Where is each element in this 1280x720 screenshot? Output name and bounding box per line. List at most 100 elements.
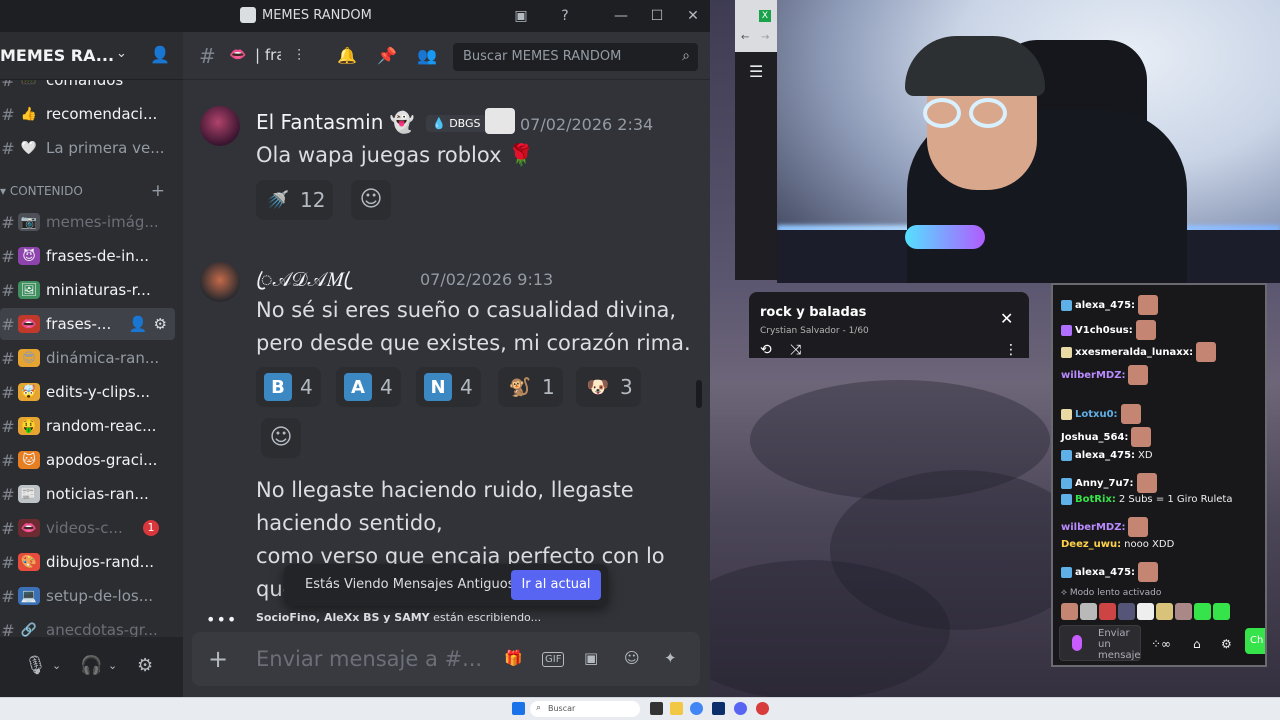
user-badge-icon[interactable] <box>1061 408 1072 420</box>
emoji-picker-icon[interactable]: ☺ <box>624 649 640 667</box>
store-icon[interactable]: ⌂ <box>1193 637 1201 651</box>
chat-username[interactable]: Lotxu0: <box>1075 409 1118 420</box>
sidebar-channel[interactable]: # 👄 frases-... 👤 ⚙ <box>0 308 175 340</box>
add-reaction-icon[interactable]: ☺ <box>261 418 301 458</box>
message-timestamp[interactable]: 07/02/2026 2:34 <box>520 115 653 134</box>
sidebar-channel[interactable]: # 🔗 anecdotas-gr... <box>0 614 175 637</box>
sidebar-channel[interactable]: # 🤍 La primera ve... <box>0 132 175 164</box>
sidebar-channel[interactable]: # 😎 dinámica-ran... <box>0 342 175 374</box>
gift-icon[interactable]: 🎁 <box>504 649 523 667</box>
mic-options-chevron-icon[interactable]: ⌄ <box>52 659 61 672</box>
reaction-pill[interactable]: A4 <box>336 367 401 407</box>
chat-username[interactable]: xxesmeralda_lunaxx: <box>1075 347 1193 358</box>
member-list-icon[interactable]: 👥 <box>417 46 437 65</box>
hamburger-menu-icon[interactable]: ☰ <box>749 62 763 81</box>
recent-emote[interactable] <box>1137 603 1154 620</box>
sidebar-channel[interactable]: # 😈 frases-de-in... <box>0 240 175 272</box>
recent-emote[interactable] <box>1175 603 1192 620</box>
chat-username[interactable]: wilberMDZ: <box>1061 370 1125 381</box>
recent-emote[interactable] <box>1061 603 1078 620</box>
recent-emote[interactable] <box>1213 603 1230 620</box>
notification-bell-icon[interactable]: 🔔 <box>337 46 357 65</box>
user-badge-icon[interactable] <box>1061 299 1072 311</box>
apps-icon[interactable]: ✦ <box>664 649 677 667</box>
taskbar-search[interactable]: ⌕ Buscar <box>530 701 640 717</box>
forward-arrow-icon[interactable]: → <box>761 32 769 43</box>
close-icon[interactable]: ✕ <box>1000 309 1013 328</box>
add-channel-icon[interactable]: + <box>151 181 165 201</box>
file-explorer-icon[interactable] <box>670 702 683 715</box>
add-reaction-icon[interactable]: ☺ <box>351 180 391 220</box>
jump-to-present-button[interactable]: Ir al actual <box>511 570 601 600</box>
gif-button[interactable]: GIF <box>542 652 565 667</box>
emote-menu-icon[interactable]: ⁘∞ <box>1151 637 1171 651</box>
browser-tab-bar[interactable]: X ← → <box>735 0 777 52</box>
audio-options-chevron-icon[interactable]: ⌄ <box>108 659 117 672</box>
avatar[interactable] <box>200 262 240 302</box>
sidebar-channel[interactable]: # 🤑 random-reac... <box>0 410 175 442</box>
user-badge-icon[interactable] <box>1061 494 1072 505</box>
minimize-button[interactable]: — <box>610 6 632 26</box>
help-icon[interactable]: ? <box>554 6 576 26</box>
photoshop-icon[interactable] <box>712 702 725 715</box>
upload-plus-icon[interactable]: + <box>208 645 228 673</box>
message-composer[interactable]: + Enviar mensaje a #... 🎁 GIF ▣ ☺ ✦ <box>192 632 700 686</box>
recent-emote[interactable] <box>1156 603 1173 620</box>
obs-icon[interactable] <box>756 702 769 715</box>
server-name[interactable]: MEMES RA... <box>0 46 114 65</box>
chat-username[interactable]: Deez_uwu: <box>1061 539 1121 550</box>
microphone-icon[interactable] <box>1072 635 1082 651</box>
task-view-icon[interactable] <box>650 702 663 715</box>
chat-username[interactable]: alexa_475: <box>1075 450 1135 461</box>
sidebar-channel[interactable]: # 👄 videos-c... 1 <box>0 512 175 544</box>
chat-username[interactable]: V1ch0sus: <box>1075 325 1133 336</box>
user-badge-icon[interactable] <box>1061 477 1072 489</box>
reaction-pill[interactable]: N4 <box>416 367 481 407</box>
user-badge-icon[interactable] <box>1061 566 1072 578</box>
composer-placeholder[interactable]: Enviar mensaje a #... <box>256 647 482 671</box>
threads-icon[interactable]: ⫶ <box>297 46 301 66</box>
invite-icon[interactable]: 👤 <box>129 315 148 333</box>
sidebar-channel[interactable]: # 👍 recomendaci... <box>0 98 175 130</box>
mute-microphone-icon[interactable]: 🎙 <box>24 655 47 676</box>
message-author[interactable]: El Fantasmin 👻 <box>256 110 415 134</box>
back-arrow-icon[interactable]: ← <box>741 32 749 43</box>
channel-settings-gear-icon[interactable]: ⚙ <box>154 315 167 333</box>
chat-username[interactable]: alexa_475: <box>1075 300 1135 311</box>
more-options-icon[interactable]: ⋮ <box>1004 342 1018 358</box>
user-badge-icon[interactable] <box>1061 324 1072 336</box>
server-tag-badge[interactable]: 💧 DBGS <box>426 115 487 132</box>
search-input[interactable]: Buscar MEMES RANDOM ⌕ <box>453 43 698 71</box>
user-settings-gear-icon[interactable]: ⚙ <box>137 655 153 676</box>
author-name[interactable]: El Fantasmin <box>256 110 383 134</box>
reaction-pill[interactable]: B4 <box>256 367 321 407</box>
chat-input[interactable]: Enviar un mensaje <box>1059 625 1141 661</box>
sidebar-channel[interactable]: # 🐱 apodos-graci... <box>0 444 175 476</box>
invite-people-icon[interactable]: 👤 <box>150 45 170 64</box>
chat-username[interactable]: Joshua_564: <box>1061 432 1128 443</box>
chat-settings-gear-icon[interactable]: ⚙ <box>1221 637 1232 651</box>
inbox-icon[interactable]: ▣ <box>510 6 532 26</box>
maximize-button[interactable]: ☐ <box>646 6 668 26</box>
reaction-pill[interactable]: 🐒 1 <box>498 367 563 407</box>
sidebar-channel[interactable]: # 🖼 miniaturas-r... <box>0 274 175 306</box>
sidebar-channel[interactable]: # 📟 comandos <box>0 80 175 96</box>
sidebar-channel[interactable]: # 📷 memes-imág... <box>0 206 175 238</box>
pinned-messages-icon[interactable]: 📌 <box>377 46 397 65</box>
sticker-icon[interactable]: ▣ <box>584 649 598 667</box>
recent-emote[interactable] <box>1118 603 1135 620</box>
headphones-icon[interactable]: 🎧 <box>80 655 102 676</box>
user-badge-icon[interactable] <box>1061 450 1072 461</box>
reaction-pill[interactable]: 🐶 3 <box>576 367 641 407</box>
message-scrollbar[interactable] <box>696 380 702 408</box>
chat-username[interactable]: Anny_7u7: <box>1075 478 1134 489</box>
chat-username[interactable]: BotRix: <box>1075 494 1116 505</box>
chevron-down-icon[interactable]: ⌄ <box>116 46 127 61</box>
chat-username[interactable]: wilberMDZ: <box>1061 522 1125 533</box>
category-contenido[interactable]: ▾ CONTENIDO + <box>0 181 175 201</box>
message-timestamp[interactable]: 07/02/2026 9:13 <box>420 270 553 289</box>
recent-emote[interactable] <box>1194 603 1211 620</box>
sidebar-channel[interactable]: # 🤯 edits-y-clips... <box>0 376 175 408</box>
discord-taskbar-icon[interactable] <box>734 702 747 715</box>
server-header[interactable]: MEMES RA... ⌄ 👤 <box>0 32 183 80</box>
